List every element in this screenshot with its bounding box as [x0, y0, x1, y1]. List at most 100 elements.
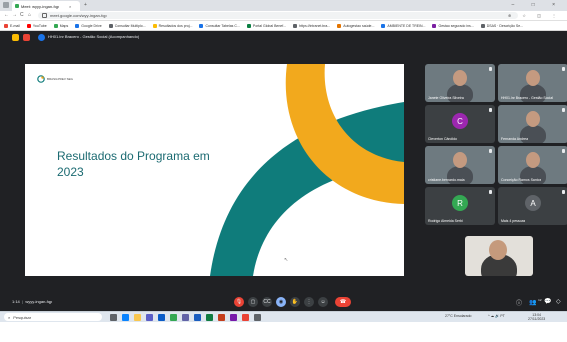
participant-avatar: C — [452, 113, 468, 129]
taskbar-app-chrome-2-icon[interactable] — [242, 314, 249, 321]
bookmark-item[interactable]: Autogestao saúde... — [337, 23, 374, 28]
more-options-button[interactable]: ⋮ — [304, 297, 314, 307]
participant-head — [453, 70, 467, 86]
info-button[interactable]: ⓘ — [516, 298, 522, 307]
participant-tile[interactable]: C Cleverton Cândido — [425, 105, 495, 143]
taskbar-clock[interactable]: 13:04 27/11/2023 — [528, 313, 545, 321]
bookmark-favicon-icon — [381, 23, 386, 28]
mic-muted-icon — [562, 108, 565, 112]
taskbar-app-word-icon[interactable] — [194, 314, 201, 321]
meeting-title: HH01.lnr Bracero - Gestão Social (Acompa… — [48, 34, 140, 39]
present-button[interactable]: ◉ — [276, 297, 286, 307]
participant-tile[interactable]: HH01.lnr Bracero - Gestão Social — [498, 64, 567, 102]
mic-muted-icon — [489, 108, 492, 112]
bookmark-label: Google Drive — [81, 23, 102, 28]
bookmark-item[interactable]: AMBIENTE DE TREIN... — [381, 23, 425, 28]
system-tray[interactable]: ^ ☁ 🔊 PT — [488, 314, 505, 318]
bookmark-label: YouTube — [32, 23, 47, 28]
bookmark-item[interactable]: DSAS · Descrição Se... — [480, 23, 523, 28]
weather-widget[interactable]: 27°C Ensolarado — [445, 314, 472, 318]
hang-up-button[interactable]: ☎ — [335, 297, 351, 307]
participant-tile[interactable]: Conceição Ramos Santos — [498, 146, 567, 184]
toolbar-actions[interactable]: ⊕ ☆ ◫ ⋮ — [508, 13, 561, 18]
participant-tile[interactable]: A Mais 4 pessoas — [498, 187, 567, 225]
taskbar-app-chrome-icon[interactable] — [170, 314, 177, 321]
raise-hand-button[interactable]: ✋ — [290, 297, 300, 307]
captions-button[interactable]: CC — [262, 297, 272, 307]
participant-head — [526, 70, 540, 86]
taskbar-app-onenote-icon[interactable] — [230, 314, 237, 321]
bookmark-label: Portal Global Benef... — [252, 23, 287, 28]
bookmark-item[interactable]: E-mail — [4, 23, 20, 28]
home-button[interactable]: ⌂ — [28, 12, 31, 18]
participant-tile[interactable]: cristiane.bernardo.maia — [425, 146, 495, 184]
meeting-code: wyyy-ingan-fqp — [25, 299, 53, 304]
activities-button[interactable]: ◇ — [556, 298, 561, 305]
mic-muted-icon — [489, 190, 492, 194]
emoji-button[interactable]: ☺ — [318, 297, 328, 307]
windows-taskbar: ⌕ Pesquisar 27°C Ensolarado ^ ☁ 🔊 PT 13:… — [0, 311, 567, 322]
chat-button[interactable]: 💬 — [544, 298, 551, 305]
mouse-cursor-icon: ↖ — [284, 257, 289, 263]
participant-name: Mais 4 pessoas — [501, 219, 526, 223]
bookmark-item[interactable]: YouTube — [26, 23, 47, 28]
tab-close-icon[interactable]: × — [69, 4, 71, 9]
self-view-tile[interactable] — [465, 236, 533, 276]
presentation-slide[interactable]: BRASILPREV SEG Resultados do Programa em… — [25, 64, 404, 276]
slide-logo-text: BRASILPREV SEG — [47, 76, 74, 81]
bookmark-item[interactable]: Google Drive — [75, 23, 102, 28]
bookmark-favicon-icon — [152, 23, 157, 28]
reload-button[interactable]: C — [20, 12, 24, 18]
bookmark-favicon-icon — [246, 23, 251, 28]
bookmark-label: Resultados dos proj... — [158, 23, 193, 28]
window-menu-icon[interactable] — [3, 2, 9, 8]
participant-name: Rodrigo Almeida Serbi — [428, 219, 463, 223]
meet-header: HH01.lnr Bracero - Gestão Social (Acompa… — [0, 31, 567, 43]
participant-name: Cleverton Cândido — [428, 137, 457, 141]
participant-name: Fernanda Andrea — [501, 137, 529, 141]
participant-name: HH01.lnr Bracero - Gestão Social — [501, 96, 553, 100]
recording-icon[interactable] — [23, 34, 30, 41]
new-tab-button[interactable]: + — [84, 2, 87, 8]
bookmark-item[interactable]: Consultar Tabelas C... — [199, 23, 240, 28]
participant-tile[interactable]: Janete Oliveira Silveira — [425, 64, 495, 102]
taskbar-app-teams-icon[interactable] — [182, 314, 189, 321]
taskbar-app-settings-icon[interactable] — [254, 314, 261, 321]
tab-meet[interactable]: Meet: wyyy-ingan-fqp × — [12, 1, 80, 11]
bookmark-favicon-icon — [26, 23, 31, 28]
mic-muted-icon — [562, 149, 565, 153]
mic-muted-icon — [489, 67, 492, 71]
forward-button[interactable]: → — [12, 12, 17, 18]
brand-logo-icon — [37, 75, 45, 83]
meet-alert-icon[interactable] — [12, 34, 19, 41]
back-button[interactable]: ← — [4, 12, 9, 18]
address-bar[interactable]: meet.google.com/wyy-ingan-fqp — [38, 12, 518, 19]
taskbar-search[interactable]: ⌕ Pesquisar — [4, 313, 102, 321]
participant-count: 12 — [538, 298, 542, 302]
bookmarks-bar: E-mail YouTube Maps Google Drive Consultar M… — [0, 21, 567, 31]
participant-head — [526, 111, 540, 127]
window-controls[interactable]: – □ × — [512, 2, 564, 8]
participant-tile[interactable]: Fernanda Andrea — [498, 105, 567, 143]
taskbar-app-edge-icon[interactable] — [122, 314, 129, 321]
bookmark-item[interactable]: Portal Global Benef... — [246, 23, 287, 28]
camera-button[interactable]: ▢ — [248, 297, 258, 307]
participant-tile[interactable]: R Rodrigo Almeida Serbi — [425, 187, 495, 225]
bookmark-item[interactable]: Consultar Multiplo... — [108, 23, 146, 28]
taskbar-app-store-icon[interactable] — [146, 314, 153, 321]
participant-name: Janete Oliveira Silveira — [428, 96, 464, 100]
bookmark-item[interactable]: Resultados dos proj... — [152, 23, 193, 28]
bookmark-item[interactable]: Maps — [53, 23, 68, 28]
taskbar-app-explorer-icon[interactable] — [134, 314, 141, 321]
bookmark-item[interactable]: Gestao segurado ins... — [432, 23, 474, 28]
participant-head — [526, 152, 540, 168]
meet-control-bar — [0, 326, 567, 342]
taskbar-app-excel-icon[interactable] — [206, 314, 213, 321]
mic-button[interactable]: 🎙 — [234, 297, 244, 307]
taskbar-app-outlook-icon[interactable] — [158, 314, 165, 321]
taskbar-app-task-view-icon[interactable] — [110, 314, 117, 321]
bookmark-favicon-icon — [108, 23, 113, 28]
bookmark-item[interactable]: https://intranet.bra... — [293, 23, 330, 28]
taskbar-app-powerpoint-icon[interactable] — [218, 314, 225, 321]
people-button[interactable]: 👥 12 — [529, 298, 542, 306]
